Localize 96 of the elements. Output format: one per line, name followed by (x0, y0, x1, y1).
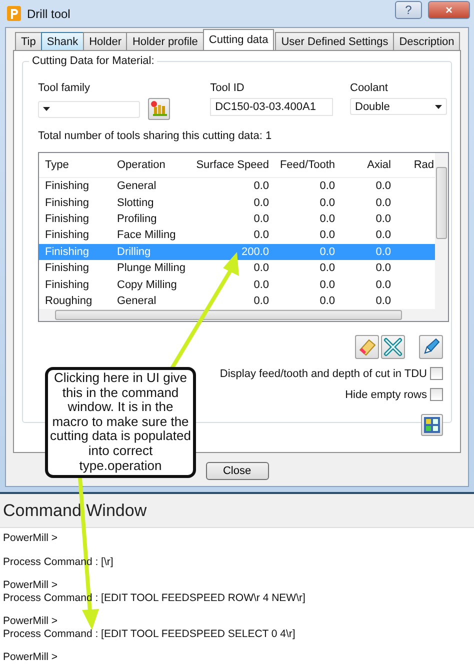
tab[interactable]: Tip (15, 32, 42, 50)
console-line: PowerMill > (3, 532, 59, 544)
console-line: Process Command : [EDIT TOOL FEEDSPEED SELECT 0 4\r] (3, 628, 296, 640)
column-header[interactable]: Feed/Tooth (273, 159, 339, 171)
table-cell-text: Finishing (44, 212, 90, 225)
column-header[interactable]: Rad (395, 159, 435, 171)
checkbox[interactable] (430, 367, 443, 380)
table-cell-text: 0.0 (374, 180, 392, 192)
checkbox[interactable] (430, 388, 443, 401)
callout-note: Clicking here in UI give this in the command window. It is in the macro to make sure the cutting data is populated into correct type.operation (45, 367, 196, 478)
column-header[interactable]: Operation (113, 159, 187, 171)
table-cell-text: General (116, 180, 158, 192)
field-label: Tool family (38, 82, 91, 94)
console-line: PowerMill > (3, 579, 59, 592)
table-cell-text: 0.0 (318, 262, 336, 274)
table-cell-text: 0.0 (318, 229, 336, 242)
horizontal-scrollbar[interactable] (39, 309, 448, 321)
caret-icon (43, 107, 50, 111)
field-label: Coolant (350, 82, 389, 94)
column-header[interactable]: Axial (339, 159, 395, 171)
table-cell-text: 0.0 (318, 180, 336, 192)
column-header[interactable]: Type (41, 159, 113, 171)
console-line: PowerMill > (3, 651, 59, 664)
checkbox-label: Hide empty rows (345, 388, 427, 400)
table-cell-text: Profiling (116, 212, 158, 225)
vertical-scrollbar[interactable] (435, 153, 448, 309)
tab[interactable]: Shank (40, 32, 84, 50)
table-cell-text: General (116, 294, 158, 307)
window-title: Drill tool (27, 6, 70, 20)
table-button[interactable] (421, 414, 443, 436)
table-cell-text: Finishing (44, 180, 90, 192)
table-cell-text: Finishing (44, 278, 90, 291)
table-cell-text: 0.0 (252, 212, 270, 225)
table-cell-text: 0.0 (252, 294, 270, 307)
table-cell-text: 0.0 (318, 294, 336, 307)
pen-icon (421, 337, 441, 357)
caret-icon (435, 104, 442, 108)
table-cell-text: 0.0 (374, 294, 392, 307)
table-cell-text: Finishing (44, 229, 90, 242)
table-cell-text: 200.0 (240, 246, 270, 258)
table-cell-text: 0.0 (252, 196, 270, 209)
table-cell-text: 0.0 (374, 212, 392, 225)
edit-button[interactable] (419, 335, 443, 359)
tools-icon (150, 100, 168, 118)
table-cell-text: 0.0 (374, 196, 392, 209)
table-cell-text: 0.0 (252, 278, 270, 291)
table-row[interactable]: Finishing Face Milling 0.0 0.0 0.0 (39, 227, 435, 244)
tab[interactable]: Cutting data (202, 29, 274, 50)
eraser-icon (357, 337, 377, 357)
tab[interactable]: Holder (83, 32, 128, 50)
cross-icon (383, 337, 403, 357)
group-title: Cutting Data for Material: (29, 55, 158, 67)
coolant-dropdown[interactable]: Double (350, 98, 447, 115)
table-cell-text: Finishing (44, 246, 90, 258)
table-row[interactable]: Finishing Plunge Milling 0.0 0.0 0.0 (39, 260, 435, 276)
tools-button[interactable] (148, 98, 170, 120)
table-cell-text: Drilling (116, 246, 152, 258)
table-cell-text: 0.0 (318, 196, 336, 209)
table-row[interactable]: Finishing Profiling 0.0 0.0 0.0 (39, 210, 435, 228)
table-cell-text: 0.0 (252, 180, 270, 192)
table-cell-text: Finishing (44, 196, 90, 209)
tab[interactable]: Holder profile (126, 32, 204, 50)
table-cell-text: 0.0 (374, 262, 392, 274)
console-line: PowerMill > (3, 615, 59, 628)
table-cell-text: 0.0 (252, 262, 270, 274)
table-cell-text: 0.0 (374, 229, 392, 242)
table-row[interactable]: Finishing Slotting 0.0 0.0 0.0 (39, 194, 435, 211)
table-cell-text: 0.0 (318, 212, 336, 225)
close-button[interactable]: Close (206, 462, 268, 480)
table-row[interactable]: Roughing General 0.0 0.0 0.0 (39, 292, 435, 309)
tab[interactable]: Description (393, 32, 460, 50)
delete-button[interactable] (381, 335, 405, 359)
table-cell-text: Roughing (44, 294, 94, 307)
tool-id-field[interactable]: DC150-03-03.400A1 (210, 98, 334, 116)
tab[interactable]: User Defined Settings (275, 32, 394, 50)
table-cell-text: 0.0 (252, 229, 270, 242)
panel-title: Command Window (0, 494, 474, 528)
table-cell-text: Face Milling (116, 229, 177, 242)
info-text: Total number of tools sharing this cutting data: 1 (38, 130, 273, 142)
table-cell-text: 0.0 (374, 246, 392, 258)
table-row[interactable]: Finishing Copy Milling 0.0 0.0 0.0 (39, 276, 435, 293)
field-label: Tool ID (210, 82, 246, 94)
help-button[interactable]: ? (395, 0, 422, 18)
eraser-button[interactable] (355, 335, 379, 359)
app-logo-icon (7, 6, 21, 21)
grid-icon (423, 416, 441, 434)
column-header[interactable]: Surface Speed (187, 159, 273, 171)
table-cell-text: Slotting (116, 196, 155, 209)
table-cell-text: Plunge Milling (116, 262, 186, 274)
checkbox-label: Display feed/tooth and depth of cut in TDU (220, 368, 427, 380)
table-cell-text: 0.0 (374, 278, 392, 291)
table-cell-text: 0.0 (318, 246, 336, 258)
table-row[interactable]: Finishing General 0.0 0.0 0.0 (39, 178, 435, 194)
table-cell-text: Finishing (44, 262, 90, 274)
table-cell-text: 0.0 (318, 278, 336, 291)
table-cell-text: Copy Milling (116, 278, 178, 291)
